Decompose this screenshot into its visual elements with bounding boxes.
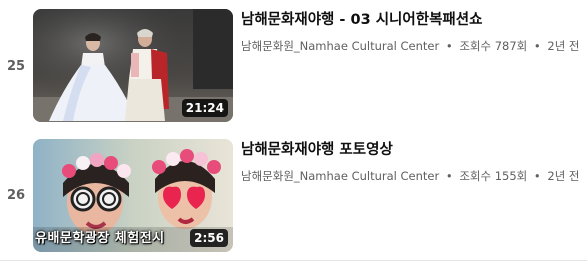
item-index: 25 xyxy=(6,59,26,74)
thumbnail-caption: 유배문학광장 체험전시 xyxy=(35,231,165,246)
video-thumbnail[interactable]: 유배문학광장 체험전시 2:56 xyxy=(33,139,233,252)
upload-age: 2년 전 xyxy=(547,39,580,53)
duration-badge: 21:24 xyxy=(181,99,228,117)
channel-name[interactable]: 남해문화원_Namhae Cultural Center xyxy=(241,169,439,183)
duration-badge: 2:56 xyxy=(190,229,228,247)
video-thumbnail[interactable]: 21:24 xyxy=(33,9,233,122)
video-byline: 남해문화원_Namhae Cultural Center • 조회수 787회 … xyxy=(241,38,581,54)
list-divider xyxy=(0,260,587,261)
separator-dot: • xyxy=(445,169,453,183)
channel-name[interactable]: 남해문화원_Namhae Cultural Center xyxy=(241,39,439,53)
video-meta: 남해문화재야행 - 03 시니어한복패션쇼 남해문화원_Namhae Cultu… xyxy=(241,10,581,54)
separator-dot: • xyxy=(445,39,453,53)
playlist-video-list: 25 21:24 남해문화재야행 - 03 시니어한복패션쇼 남해문화원_Nam… xyxy=(0,0,587,264)
upload-age: 2년 전 xyxy=(547,169,580,183)
item-index: 26 xyxy=(6,188,26,203)
playlist-item[interactable]: 26 유배문학광장 체험전시 2:56 남해문화재야행 포토영상 남해문화원_N… xyxy=(0,130,587,258)
video-title[interactable]: 남해문화재야행 - 03 시니어한복패션쇼 xyxy=(241,10,581,30)
video-meta: 남해문화재야행 포토영상 남해문화원_Namhae Cultural Cente… xyxy=(241,140,581,184)
playlist-item[interactable]: 25 21:24 남해문화재야행 - 03 시니어한복패션쇼 남해문화원_Nam… xyxy=(0,0,587,128)
video-byline: 남해문화원_Namhae Cultural Center • 조회수 155회 … xyxy=(241,168,581,184)
separator-dot: • xyxy=(533,39,541,53)
view-count: 조회수 787회 xyxy=(459,39,528,53)
separator-dot: • xyxy=(533,169,541,183)
video-title[interactable]: 남해문화재야행 포토영상 xyxy=(241,140,581,160)
view-count: 조회수 155회 xyxy=(459,169,528,183)
